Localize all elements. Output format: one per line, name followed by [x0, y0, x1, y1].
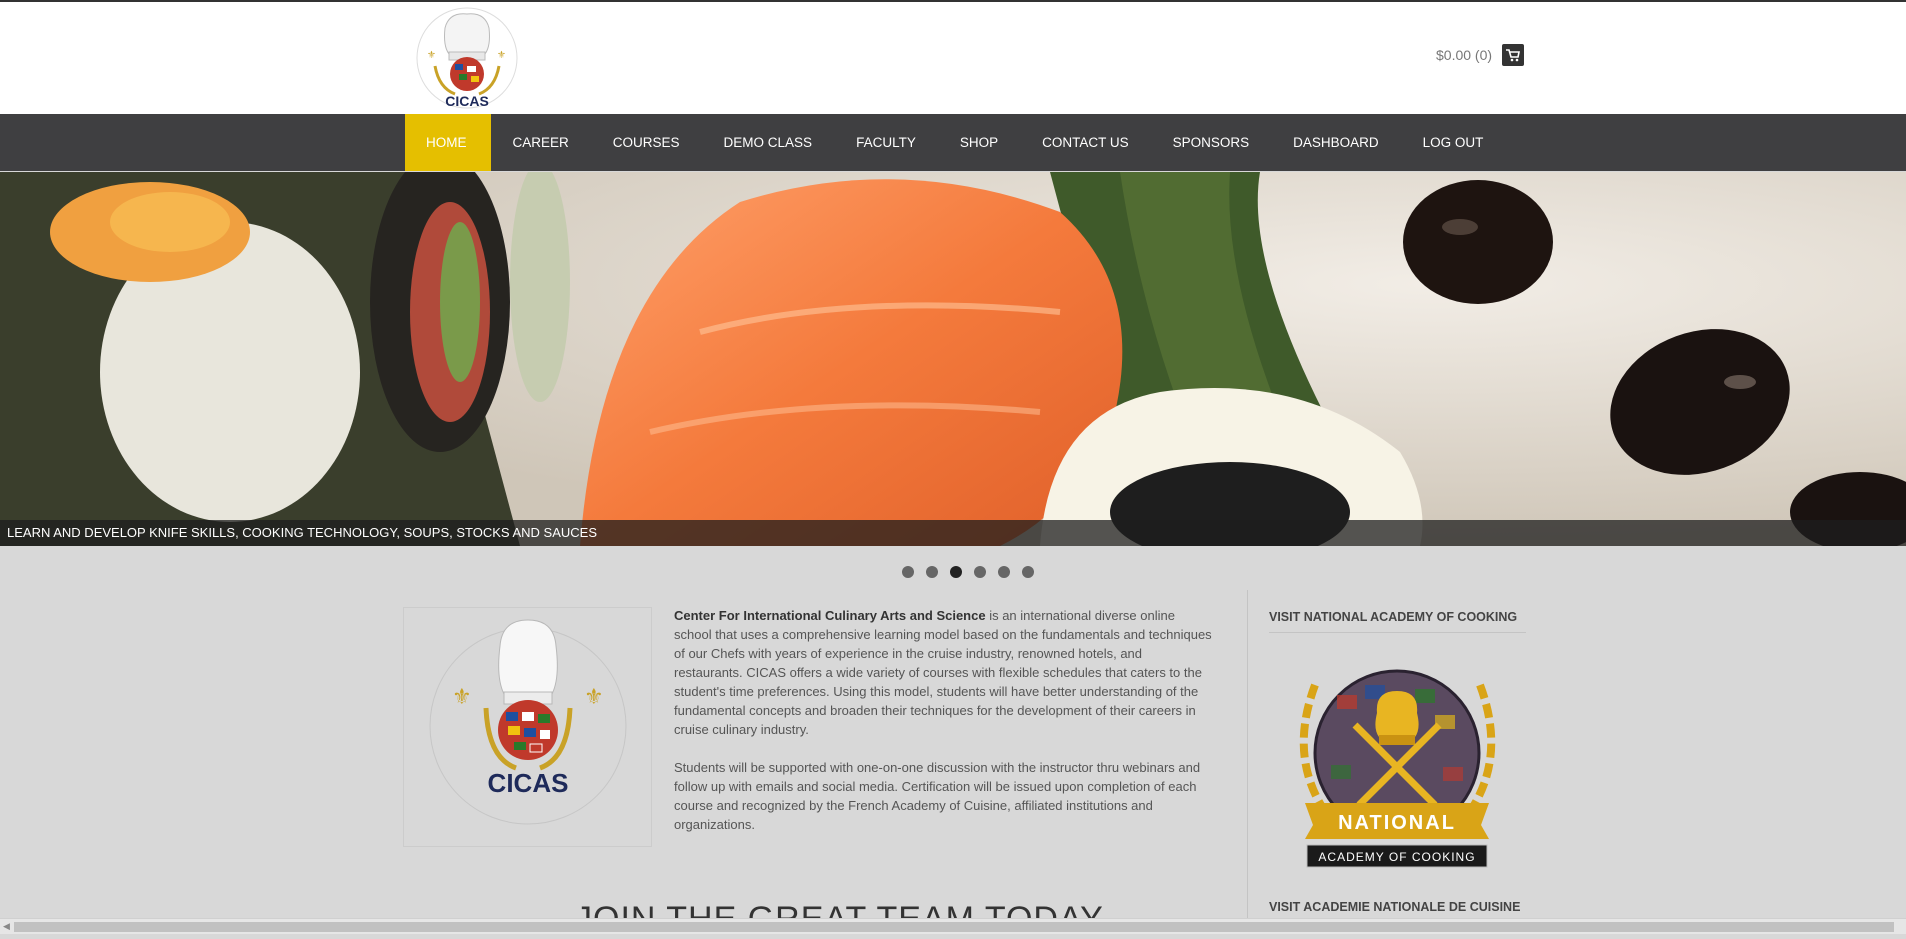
svg-text:CICAS: CICAS — [445, 93, 489, 109]
nav-demo-class[interactable]: DEMO CLASS — [702, 114, 835, 171]
slider-dot-active[interactable] — [950, 566, 962, 578]
nav-contact-us[interactable]: CONTACT US — [1020, 114, 1151, 171]
sidebar-title-academie: VISIT ACADEMIE NATIONALE DE CUISINE — [1269, 900, 1521, 914]
slider-dot[interactable] — [998, 566, 1010, 578]
slider-dot[interactable] — [974, 566, 986, 578]
about-description: Center For International Culinary Arts a… — [674, 606, 1214, 853]
national-academy-logo[interactable]: NATIONAL ACADEMY OF COOKING — [1275, 655, 1520, 870]
nav-sponsors[interactable]: SPONSORS — [1151, 114, 1272, 171]
sidebar-title-national: VISIT NATIONAL ACADEMY OF COOKING — [1269, 610, 1518, 624]
slider-dot[interactable] — [1022, 566, 1034, 578]
slide-caption: LEARN AND DEVELOP KNIFE SKILLS, COOKING … — [0, 520, 1906, 546]
svg-text:NATIONAL: NATIONAL — [1338, 812, 1456, 834]
about-paragraph-1-text: is an international diverse online schoo… — [674, 608, 1212, 737]
about-cicas-logo: ⚜ ⚜ CICAS — [403, 607, 652, 847]
cart-summary[interactable]: $0.00 (0) — [1436, 44, 1525, 66]
nav-home[interactable]: HOME — [405, 114, 491, 171]
svg-text:⚜: ⚜ — [427, 50, 436, 61]
slider-dot[interactable] — [926, 566, 938, 578]
svg-text:⚜: ⚜ — [584, 684, 604, 709]
cart-total[interactable]: $0.00 (0) — [1436, 47, 1492, 63]
horizontal-scrollbar[interactable]: ◀ — [0, 918, 1906, 934]
nav-courses[interactable]: COURSES — [591, 114, 702, 171]
scroll-left-icon[interactable]: ◀ — [3, 921, 10, 932]
cicas-logo[interactable]: ⚜ ⚜ CICAS — [405, 6, 529, 112]
main-nav: HOME CAREER COURSES DEMO CLASS FACULTY S… — [0, 114, 1906, 171]
scrollbar-thumb[interactable] — [14, 922, 1894, 932]
nav-dashboard[interactable]: DASHBOARD — [1271, 114, 1401, 171]
svg-text:⚜: ⚜ — [497, 50, 506, 61]
about-paragraph-2: Students will be supported with one-on-o… — [674, 760, 1201, 832]
sidebar-rule — [1269, 632, 1526, 633]
shopping-cart-icon[interactable] — [1502, 44, 1525, 66]
hero-slider[interactable]: LEARN AND DEVELOP KNIFE SKILLS, COOKING … — [0, 172, 1906, 546]
svg-text:ACADEMY OF COOKING: ACADEMY OF COOKING — [1318, 850, 1475, 864]
about-lead-bold: Center For International Culinary Arts a… — [674, 608, 986, 623]
sushi-slide-image — [0, 172, 1906, 546]
nav-faculty[interactable]: FACULTY — [834, 114, 938, 171]
slider-dot[interactable] — [902, 566, 914, 578]
svg-text:⚜: ⚜ — [452, 684, 472, 709]
nav-log-out[interactable]: LOG OUT — [1401, 114, 1506, 171]
nav-career[interactable]: CAREER — [491, 114, 591, 171]
site-header: ⚜ ⚜ CICAS $0.00 (0) — [0, 2, 1906, 114]
sidebar-divider — [1247, 590, 1248, 934]
svg-text:CICAS: CICAS — [488, 768, 569, 798]
nav-shop[interactable]: SHOP — [938, 114, 1020, 171]
slider-pagination — [902, 566, 1034, 578]
about-paragraph-1: Center For International Culinary Arts a… — [674, 606, 1214, 739]
